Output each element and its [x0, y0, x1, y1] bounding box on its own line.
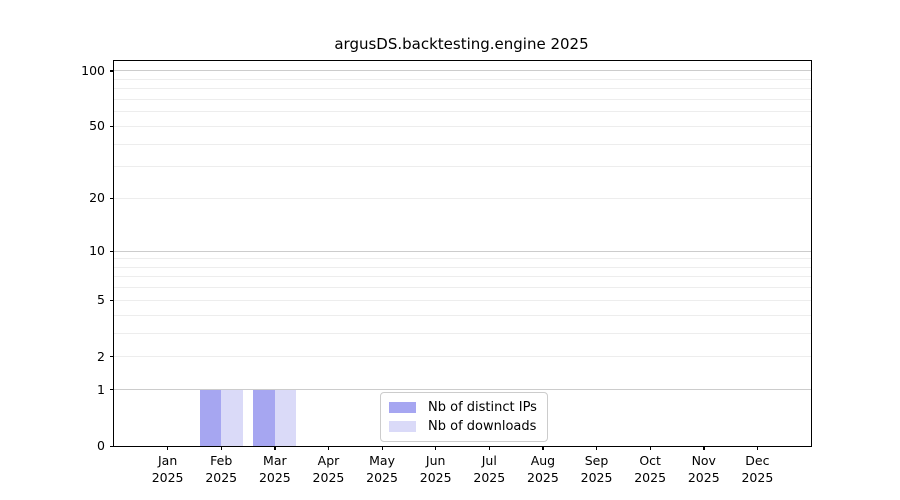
x-tick-month: Nov: [688, 452, 720, 469]
legend-label-downloads: Nb of downloads: [428, 419, 536, 434]
y-gridline-minor: [114, 144, 811, 145]
legend: Nb of distinct IPs Nb of downloads: [380, 392, 548, 442]
y-tick-label: 1: [97, 382, 105, 398]
x-tick-label: Jan2025: [152, 452, 184, 486]
x-tick-year: 2025: [420, 469, 452, 486]
x-tick-mark: [221, 446, 222, 450]
x-tick-month: Mar: [259, 452, 291, 469]
x-tick-label: Dec2025: [741, 452, 773, 486]
x-tick-month: Aug: [527, 452, 559, 469]
y-gridline-minor: [114, 198, 811, 199]
x-tick-month: May: [366, 452, 398, 469]
x-tick-month: Feb: [205, 452, 237, 469]
x-tick-label: Mar2025: [259, 452, 291, 486]
x-tick-mark: [703, 446, 704, 450]
x-tick-mark: [489, 446, 490, 450]
x-tick-label: Nov2025: [688, 452, 720, 486]
x-tick-year: 2025: [634, 469, 666, 486]
y-tick-mark: [110, 389, 114, 390]
x-tick-label: Oct2025: [634, 452, 666, 486]
y-tick-mark: [110, 198, 114, 199]
y-tick-mark: [110, 300, 114, 301]
x-tick-month: Jun: [420, 452, 452, 469]
x-tick-label: Jul2025: [473, 452, 505, 486]
bar-nb-of-downloads-mar: [275, 390, 296, 446]
legend-swatch-distinct-ips-icon: [389, 402, 416, 413]
legend-label-distinct-ips: Nb of distinct IPs: [428, 400, 537, 415]
x-tick-year: 2025: [527, 469, 559, 486]
plot-area: Nb of distinct IPs Nb of downloads 01251…: [113, 60, 812, 447]
y-gridline-minor: [114, 111, 811, 112]
y-gridline-minor: [114, 99, 811, 100]
x-tick-label: Aug2025: [527, 452, 559, 486]
x-tick-year: 2025: [152, 469, 184, 486]
bar-nb-of-distinct-ips-feb: [200, 390, 221, 446]
y-gridline-minor: [114, 166, 811, 167]
y-tick-label: 20: [89, 190, 105, 206]
y-tick-mark: [110, 126, 114, 127]
x-tick-month: Jan: [152, 452, 184, 469]
legend-item-distinct-ips: Nb of distinct IPs: [389, 398, 539, 417]
x-tick-year: 2025: [259, 469, 291, 486]
x-tick-mark: [596, 446, 597, 450]
x-tick-year: 2025: [688, 469, 720, 486]
legend-item-downloads: Nb of downloads: [389, 417, 539, 436]
y-tick-mark: [110, 251, 114, 252]
y-gridline-major: [114, 251, 811, 252]
y-tick-label: 2: [97, 349, 105, 365]
x-tick-mark: [274, 446, 275, 450]
y-tick-mark: [110, 70, 114, 71]
x-tick-mark: [435, 446, 436, 450]
x-tick-year: 2025: [313, 469, 345, 486]
y-gridline-minor: [114, 79, 811, 80]
y-gridline-major: [114, 70, 811, 71]
x-tick-month: Apr: [313, 452, 345, 469]
y-tick-mark: [110, 356, 114, 357]
x-tick-month: Oct: [634, 452, 666, 469]
bar-nb-of-downloads-feb: [221, 390, 242, 446]
bar-nb-of-distinct-ips-mar: [253, 390, 274, 446]
y-tick-label: 0: [97, 438, 105, 454]
y-gridline-minor: [114, 276, 811, 277]
y-gridline-minor: [114, 287, 811, 288]
x-tick-label: Apr2025: [313, 452, 345, 486]
x-tick-mark: [382, 446, 383, 450]
x-tick-label: May2025: [366, 452, 398, 486]
x-tick-mark: [542, 446, 543, 450]
x-tick-mark: [167, 446, 168, 450]
legend-swatch-downloads-icon: [389, 421, 416, 432]
x-tick-mark: [650, 446, 651, 450]
x-tick-mark: [757, 446, 758, 450]
y-gridline-minor: [114, 258, 811, 259]
x-tick-year: 2025: [366, 469, 398, 486]
x-tick-year: 2025: [205, 469, 237, 486]
y-tick-label: 100: [81, 63, 105, 79]
x-tick-label: Jun2025: [420, 452, 452, 486]
y-gridline-minor: [114, 315, 811, 316]
y-tick-label: 10: [89, 243, 105, 259]
y-gridline-minor: [114, 126, 811, 127]
y-tick-mark: [110, 446, 114, 447]
x-tick-label: Feb2025: [205, 452, 237, 486]
figure: argusDS.backtesting.engine 2025 Nb of di…: [0, 0, 900, 500]
x-tick-month: Jul: [473, 452, 505, 469]
chart-title: argusDS.backtesting.engine 2025: [113, 35, 810, 53]
x-tick-label: Sep2025: [581, 452, 613, 486]
x-tick-year: 2025: [741, 469, 773, 486]
x-tick-mark: [328, 446, 329, 450]
y-gridline-minor: [114, 356, 811, 357]
y-gridline-minor: [114, 300, 811, 301]
y-tick-label: 50: [89, 118, 105, 134]
y-gridline-minor: [114, 267, 811, 268]
x-tick-year: 2025: [473, 469, 505, 486]
y-gridline-minor: [114, 333, 811, 334]
y-tick-label: 5: [97, 292, 105, 308]
x-tick-month: Sep: [581, 452, 613, 469]
y-gridline-minor: [114, 88, 811, 89]
x-tick-month: Dec: [741, 452, 773, 469]
x-tick-year: 2025: [581, 469, 613, 486]
